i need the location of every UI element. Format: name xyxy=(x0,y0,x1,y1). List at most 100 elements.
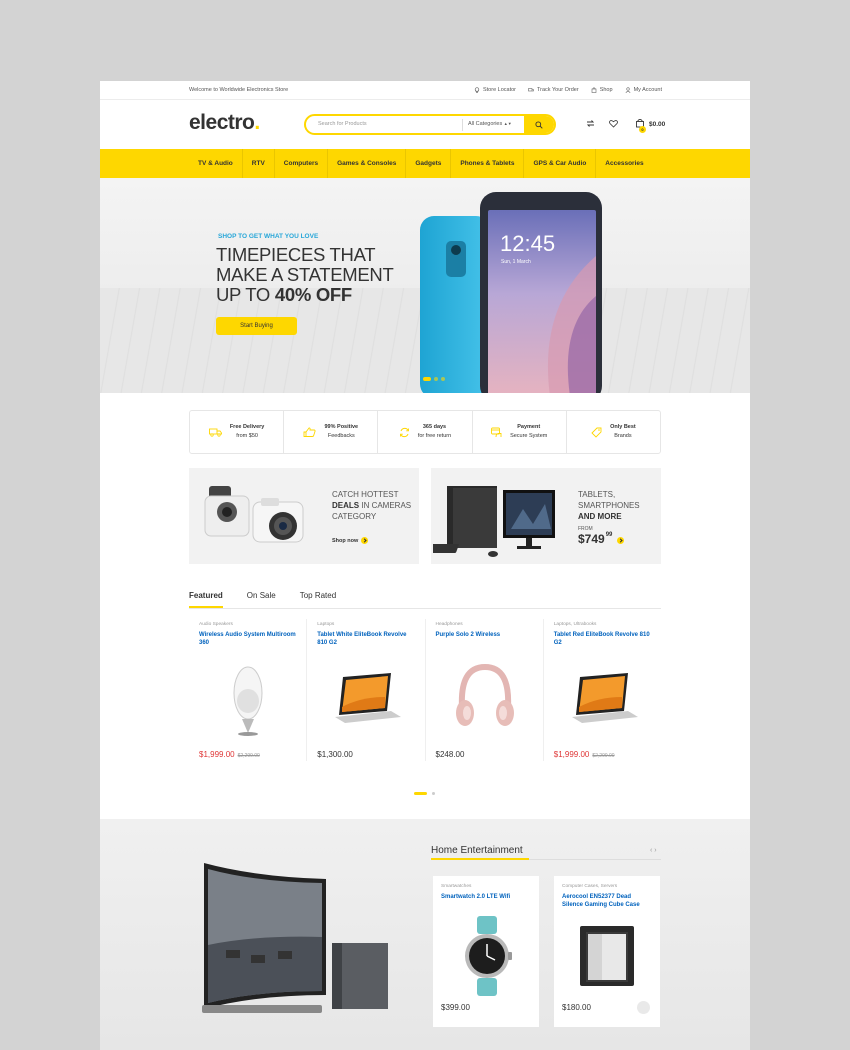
product-card[interactable]: Computer Cases, Servers Aerocool EN52377… xyxy=(554,876,660,1027)
product-card[interactable]: Smartwatches Smartwatch 2.0 LTE Wifi $39… xyxy=(433,876,539,1027)
cart[interactable]: 0 $0.00 xyxy=(635,118,666,133)
add-to-cart-button[interactable] xyxy=(637,1001,650,1014)
product-dot-2[interactable] xyxy=(432,792,435,795)
product-card[interactable]: Laptops Tablet White EliteBook Revolve 8… xyxy=(307,619,426,761)
product-price: $180.00 xyxy=(562,1003,591,1012)
product-category: Laptops, Ultrabooks xyxy=(553,622,597,627)
product-card[interactable]: Headphones Purple Solo 2 Wireless $248.0… xyxy=(426,619,544,761)
nav-item-computers[interactable]: Computers xyxy=(275,149,329,178)
promo-price-cents: 99 xyxy=(605,532,613,538)
hero-dot-2[interactable] xyxy=(434,377,438,381)
product-price: $1,999.00 $2,299.00 xyxy=(554,750,615,759)
product-price-value: $1,999.00 xyxy=(553,750,590,759)
nav-item-gps-car-audio[interactable]: GPS & Car Audio xyxy=(524,149,597,178)
store-locator-label: Store Locator xyxy=(482,87,517,93)
product-name[interactable]: Wireless Audio System Multiroom 360 xyxy=(199,632,296,650)
arrow-right-icon xyxy=(361,537,369,544)
hero-discount: 40% OFF xyxy=(274,284,352,305)
cart-total: $0.00 xyxy=(649,120,666,128)
product-old-price: $2,299.00 xyxy=(237,753,260,759)
hero-line-3: UP TO 40% OFF xyxy=(216,285,394,305)
search-icon xyxy=(535,120,543,129)
home-entertainment-section: Home Entertainment ‹ › Smartwatches Smar… xyxy=(100,819,750,1050)
logo[interactable]: electro. xyxy=(189,111,260,135)
feature-best-brands: Only Best Brands xyxy=(567,411,660,453)
feature-sub: from $50 xyxy=(236,433,258,439)
bag-icon xyxy=(591,87,597,93)
top-bar: Welcome to Worldwide Electronics Store S… xyxy=(100,81,750,100)
user-icon xyxy=(625,87,631,93)
tab-top-rated[interactable]: Top Rated xyxy=(300,591,336,608)
product-category: Smartwatches xyxy=(441,884,472,889)
hero-line-1: TIMEPIECES THAT xyxy=(216,244,376,265)
tab-on-sale[interactable]: On Sale xyxy=(247,591,276,608)
product-pagination xyxy=(414,792,435,795)
search-button[interactable] xyxy=(524,116,554,133)
nav-item-accessories[interactable]: Accessories xyxy=(596,149,652,178)
arrow-right-icon[interactable] xyxy=(617,537,625,544)
feature-free-delivery: Free Delivery from $50 xyxy=(190,411,285,453)
product-name[interactable]: Purple Solo 2 Wireless xyxy=(436,632,533,650)
product-category: Computer Cases, Servers xyxy=(562,884,618,889)
search-input[interactable]: Search for Products xyxy=(318,121,367,127)
nav-item-gadgets[interactable]: Gadgets xyxy=(406,149,452,178)
shop-now-link[interactable]: Shop now xyxy=(332,537,369,544)
nav-item-phones-tablets[interactable]: Phones & Tablets xyxy=(451,149,525,178)
tab-featured[interactable]: Featured xyxy=(189,591,223,608)
main-nav: TV & Audio RTV Computers Games & Console… xyxy=(100,149,750,178)
top-links: Store Locator Track Your Order Shop My A… xyxy=(474,87,662,93)
category-select[interactable]: All Categories ▲▼ xyxy=(468,121,512,127)
tag-icon xyxy=(591,427,602,438)
section-nav-arrows[interactable]: ‹ › xyxy=(650,847,657,854)
logo-dot: . xyxy=(254,111,260,134)
header-icons xyxy=(586,119,618,128)
promo-price: $749 99 xyxy=(578,532,625,546)
feature-sub: Secure System xyxy=(510,433,548,439)
feature-secure-payment: Payment Secure System xyxy=(473,411,567,453)
heart-icon[interactable] xyxy=(609,119,618,128)
product-card[interactable]: Laptops, Ultrabooks Tablet Red EliteBook… xyxy=(544,619,661,761)
hero-phones-image: 12:45 Sun, 1 March xyxy=(420,192,602,393)
search-divider xyxy=(462,119,463,131)
promo-line: AND MORE xyxy=(578,511,640,522)
feature-title: Payment xyxy=(517,424,541,430)
promo-line: DEALS IN CAMERAS xyxy=(332,500,411,511)
promo-line: SMARTPHONES xyxy=(578,501,640,510)
compare-icon[interactable] xyxy=(586,119,595,128)
cart-icon-wrap: 0 xyxy=(635,118,646,133)
product-card[interactable]: Audio Speakers Wireless Audio System Mul… xyxy=(189,619,308,761)
phone-date: Sun, 1 March xyxy=(501,259,531,265)
page: Welcome to Worldwide Electronics Store S… xyxy=(100,81,750,1050)
feature-title: 99% Positive xyxy=(324,424,359,430)
product-name[interactable]: Tablet White EliteBook Revolve 810 G2 xyxy=(317,632,414,650)
truck-icon xyxy=(208,428,222,437)
store-locator-link[interactable]: Store Locator xyxy=(474,87,516,93)
promo-tablets[interactable]: TABLETS, SMARTPHONES AND MORE FROM $749 9… xyxy=(431,468,661,564)
nav-item-tv-audio[interactable]: TV & Audio xyxy=(189,149,243,178)
promo-line: CATCH HOTTEST xyxy=(332,490,399,499)
hero-dot-1[interactable] xyxy=(423,377,431,381)
refresh-icon xyxy=(399,427,409,437)
laptop-image xyxy=(571,673,638,723)
product-name[interactable]: Tablet Red EliteBook Revolve 810 G2 xyxy=(554,632,651,650)
nav-item-games-consoles[interactable]: Games & Consoles xyxy=(328,149,407,178)
product-name[interactable]: Aerocool EN52377 Dead Silence Gaming Cub… xyxy=(562,894,652,909)
promo-cameras[interactable]: CATCH HOTTEST DEALS IN CAMERAS CATEGORY … xyxy=(189,468,419,564)
product-name[interactable]: Smartwatch 2.0 LTE Wifi xyxy=(441,894,531,902)
product-price-value: $248.00 xyxy=(435,750,465,759)
track-order-link[interactable]: Track Your Order xyxy=(528,87,579,93)
my-account-label: My Account xyxy=(633,87,662,93)
features-bar: Free Delivery from $50 99% Positive Feedba… xyxy=(189,410,661,454)
camera-image xyxy=(204,486,304,543)
phone-time: 12:45 xyxy=(500,231,555,256)
start-buying-button[interactable]: Start Buying xyxy=(216,317,297,335)
nav-item-rtv[interactable]: RTV xyxy=(243,149,275,178)
hero-dot-3[interactable] xyxy=(441,377,445,381)
product-price-value: $1,999.00 xyxy=(199,750,235,759)
my-account-link[interactable]: My Account xyxy=(625,87,662,93)
smartwatch-image xyxy=(465,916,512,996)
product-dot-1[interactable] xyxy=(414,792,427,795)
product-price: $1,999.00 $2,299.00 xyxy=(199,750,260,759)
shop-link[interactable]: Shop xyxy=(591,87,613,93)
map-pin-icon xyxy=(474,87,480,93)
